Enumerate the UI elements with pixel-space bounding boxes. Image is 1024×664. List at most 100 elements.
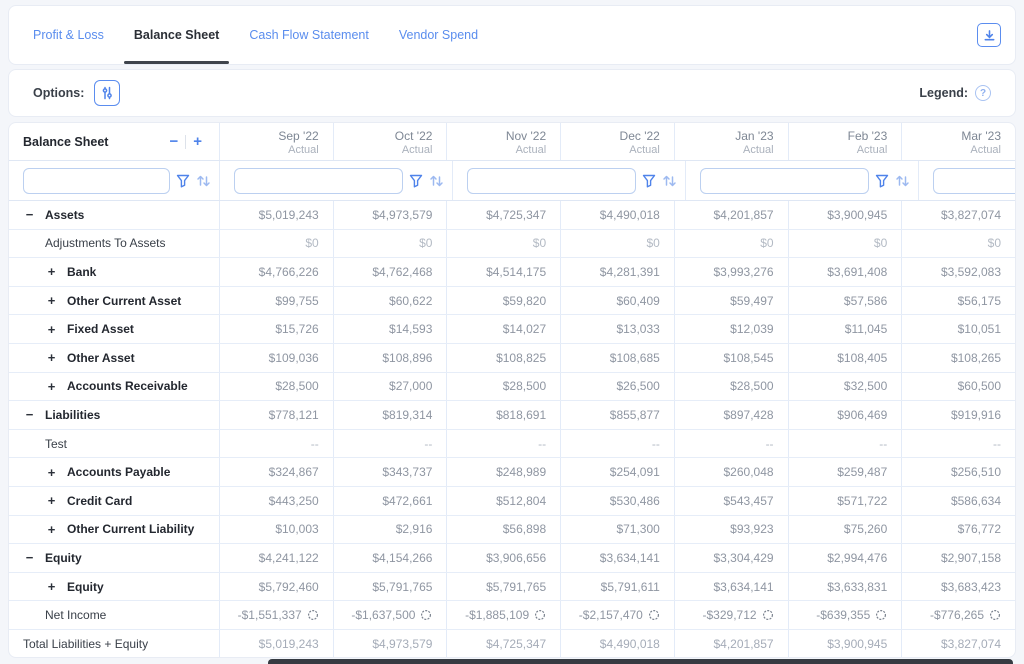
collapse-row-icon[interactable]: − — [23, 407, 36, 422]
expand-row-icon[interactable]: + — [45, 350, 58, 365]
value-text: $5,791,765 — [486, 580, 546, 594]
calculated-value-icon — [875, 609, 887, 621]
filter-funnel-icon[interactable] — [409, 174, 423, 188]
filter-input[interactable] — [467, 168, 636, 194]
cell-value: $343,737 — [333, 458, 447, 486]
value-text: $571,722 — [837, 494, 887, 508]
filter-input[interactable] — [23, 168, 170, 194]
row-label-cell: + Equity — [9, 573, 219, 601]
cell-value: $59,497 — [674, 287, 788, 315]
expand-row-icon[interactable]: + — [45, 493, 58, 508]
cell-value: $5,792,460 — [219, 573, 333, 601]
value-text: $4,154,266 — [372, 551, 432, 565]
cell-value: $2,916 — [333, 516, 447, 544]
legend-label: Legend: — [919, 86, 968, 100]
value-text: $93,923 — [730, 522, 773, 536]
expand-row-icon[interactable]: + — [45, 322, 58, 337]
collapse-all-button[interactable]: − — [162, 134, 185, 149]
filter-funnel-icon[interactable] — [875, 174, 889, 188]
options-button[interactable] — [94, 80, 120, 106]
cell-value: $60,622 — [333, 287, 447, 315]
column-month-label: Dec '22 — [620, 129, 660, 143]
value-text: $3,993,276 — [714, 265, 774, 279]
sort-icon[interactable] — [895, 174, 910, 188]
value-text: $259,487 — [837, 465, 887, 479]
value-text: $4,490,018 — [600, 208, 660, 222]
value-text: $14,593 — [389, 322, 432, 336]
value-text: $586,634 — [951, 494, 1001, 508]
expand-row-icon[interactable]: + — [45, 264, 58, 279]
value-text: $818,691 — [496, 408, 546, 422]
cell-value: $4,490,018 — [560, 630, 674, 658]
sort-icon[interactable] — [429, 174, 444, 188]
value-text: $0 — [419, 236, 432, 250]
table-title: Balance Sheet — [23, 135, 108, 149]
cell-value: $4,766,226 — [219, 258, 333, 286]
value-text: $10,051 — [958, 322, 1001, 336]
expand-all-button[interactable]: + — [186, 134, 209, 149]
options-bar: Options: Legend: ? — [8, 69, 1016, 117]
column-month-label: Oct '22 — [395, 129, 433, 143]
expand-row-icon[interactable]: + — [45, 293, 58, 308]
row-label-cell: Test — [9, 430, 219, 458]
value-text: $256,510 — [951, 465, 1001, 479]
tab-cash-flow-statement[interactable]: Cash Flow Statement — [249, 6, 369, 64]
cell-value: $0 — [560, 230, 674, 258]
collapse-row-icon[interactable]: − — [23, 207, 36, 222]
cell-value: $3,691,408 — [788, 258, 902, 286]
collapse-row-icon[interactable]: − — [23, 550, 36, 565]
tab-balance-sheet[interactable]: Balance Sheet — [134, 6, 219, 64]
cell-value: $5,791,611 — [560, 573, 674, 601]
expand-row-icon[interactable]: + — [45, 379, 58, 394]
table-row-credit-card: +Credit Card$443,250$472,661$512,804$530… — [9, 487, 1015, 516]
expand-row-icon[interactable]: + — [45, 465, 58, 480]
value-text: $543,457 — [724, 494, 774, 508]
help-icon[interactable]: ? — [975, 85, 991, 101]
cell-value: $10,003 — [219, 516, 333, 544]
filter-funnel-icon[interactable] — [176, 174, 190, 188]
cell-value: $3,993,276 — [674, 258, 788, 286]
cell-value: $4,201,857 — [674, 630, 788, 658]
value-text: -- — [766, 437, 774, 451]
value-text: $10,003 — [275, 522, 318, 536]
download-button[interactable] — [977, 23, 1001, 47]
row-label: Other Current Liability — [67, 522, 194, 536]
tab-vendor-spend[interactable]: Vendor Spend — [399, 6, 478, 64]
cell-value: $906,469 — [788, 401, 902, 429]
expand-row-icon[interactable]: + — [45, 579, 58, 594]
tab-profit-loss[interactable]: Profit & Loss — [33, 6, 104, 64]
value-text: $855,877 — [610, 408, 660, 422]
horizontal-scrollbar[interactable] — [268, 659, 1013, 664]
cell-value: $512,804 — [446, 487, 560, 515]
cell-value: $4,514,175 — [446, 258, 560, 286]
column-month-label: Feb '23 — [848, 129, 888, 143]
value-text: $530,486 — [610, 494, 660, 508]
filter-input[interactable] — [933, 168, 1016, 194]
row-label: Equity — [67, 580, 104, 594]
cell-value: $3,900,945 — [788, 201, 902, 229]
value-text: $15,726 — [275, 322, 318, 336]
value-text: $56,175 — [958, 294, 1001, 308]
balance-sheet-table: Balance Sheet − + Sep '22ActualOct '22Ac… — [8, 122, 1016, 658]
sort-icon[interactable] — [662, 174, 677, 188]
value-text: $4,973,579 — [372, 208, 432, 222]
value-text: $60,622 — [389, 294, 432, 308]
cell-value: $3,827,074 — [901, 630, 1015, 658]
value-text: $2,916 — [396, 522, 433, 536]
column-scenario-label: Actual — [402, 144, 433, 156]
cell-value: -- — [674, 430, 788, 458]
row-label-cell: +Bank — [9, 258, 219, 286]
cell-value: $5,019,243 — [219, 630, 333, 658]
value-text: $248,989 — [496, 465, 546, 479]
row-label-cell: +Other Asset — [9, 344, 219, 372]
value-text: $108,685 — [610, 351, 660, 365]
cell-value: $3,906,656 — [446, 544, 560, 572]
row-label: Test — [45, 437, 67, 451]
sort-icon[interactable] — [196, 174, 211, 188]
filter-funnel-icon[interactable] — [642, 174, 656, 188]
filter-input[interactable] — [700, 168, 869, 194]
column-month-label: Nov '22 — [506, 129, 546, 143]
expand-row-icon[interactable]: + — [45, 522, 58, 537]
value-text: $0 — [760, 236, 773, 250]
filter-input[interactable] — [234, 168, 403, 194]
